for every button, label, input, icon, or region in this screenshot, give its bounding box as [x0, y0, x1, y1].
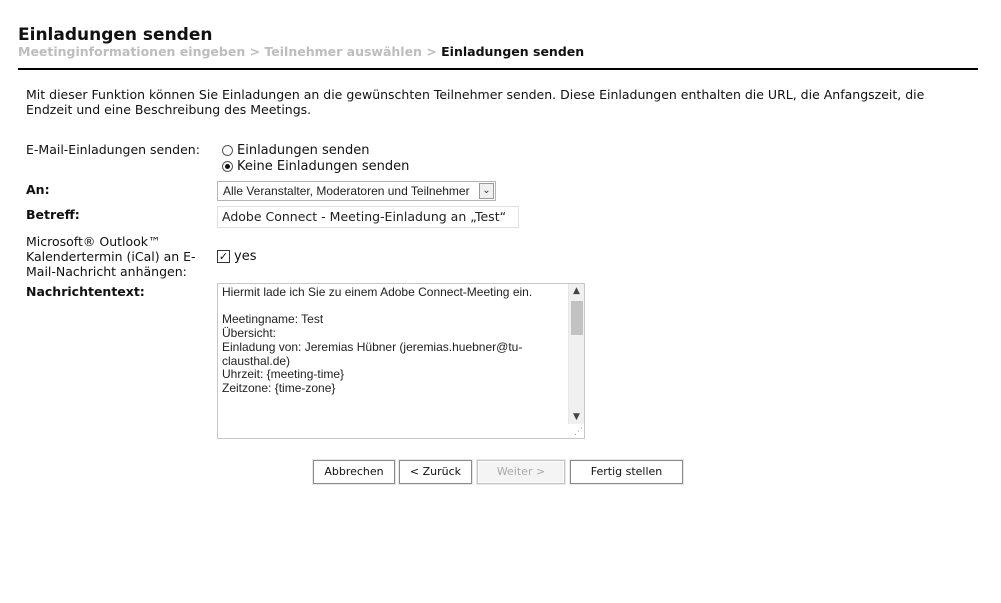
page-title: Einladungen senden [18, 25, 213, 45]
subject-label: Betreff: [26, 207, 80, 222]
radio-send-label: Einladungen senden [237, 143, 370, 158]
scroll-up-icon[interactable]: ▲ [569, 284, 584, 298]
breadcrumb-step-participants: Teilnehmer auswählen [264, 44, 422, 59]
radio-none-label: Keine Einladungen senden [237, 159, 410, 174]
message-text: Hiermit lade ich Sie zu einem Adobe Conn… [222, 285, 533, 438]
ical-label: Microsoft® Outlook™ Kalendertermin (iCal… [26, 234, 196, 279]
checkmark-icon: ✓ [218, 250, 229, 263]
message-textarea[interactable]: Hiermit lade ich Sie zu einem Adobe Conn… [217, 283, 585, 439]
breadcrumb-step-meeting-info: Meetinginformationen eingeben [18, 44, 246, 59]
radio-no-invitations[interactable]: Keine Einladungen senden [222, 159, 409, 174]
radio-send-invitations[interactable]: Einladungen senden [222, 143, 370, 158]
chevron-down-icon[interactable]: ⌄ [479, 183, 494, 199]
header-divider [18, 68, 978, 70]
radio-button-selected[interactable] [222, 161, 233, 172]
textarea-scrollbar[interactable]: ▲ ▼ [568, 284, 584, 424]
email-invitations-label: E-Mail-Einladungen senden: [26, 142, 200, 157]
breadcrumb: Meetinginformationen eingeben > Teilnehm… [18, 44, 584, 59]
message-label: Nachrichtentext: [26, 284, 145, 299]
resize-grip-icon[interactable]: ⋰ [573, 427, 583, 437]
subject-input[interactable]: Adobe Connect - Meeting-Einladung an „Te… [217, 206, 519, 228]
recipients-select-value: Alle Veranstalter, Moderatoren und Teiln… [223, 184, 470, 198]
scroll-down-icon[interactable]: ▼ [569, 410, 584, 424]
back-button[interactable]: < Zurück [399, 460, 472, 484]
radio-button[interactable] [222, 145, 233, 156]
cancel-button[interactable]: Abbrechen [313, 460, 395, 484]
invitation-page: Einladungen senden Meetinginformationen … [0, 0, 1001, 603]
ical-checkbox[interactable]: ✓ [217, 250, 230, 263]
intro-text: Mit dieser Funktion können Sie Einladung… [26, 87, 925, 117]
breadcrumb-separator: > [245, 44, 265, 59]
ical-checkbox-label: yes [234, 249, 257, 264]
breadcrumb-step-send-invitations: Einladungen senden [441, 44, 585, 59]
to-label: An: [26, 182, 50, 197]
breadcrumb-separator: > [421, 44, 442, 59]
finish-button[interactable]: Fertig stellen [570, 460, 683, 484]
scrollbar-thumb[interactable] [571, 301, 583, 335]
recipients-select[interactable]: Alle Veranstalter, Moderatoren und Teiln… [217, 181, 496, 201]
next-button[interactable]: Weiter > [477, 460, 565, 484]
ical-checkbox-row[interactable]: ✓ yes [217, 249, 256, 264]
